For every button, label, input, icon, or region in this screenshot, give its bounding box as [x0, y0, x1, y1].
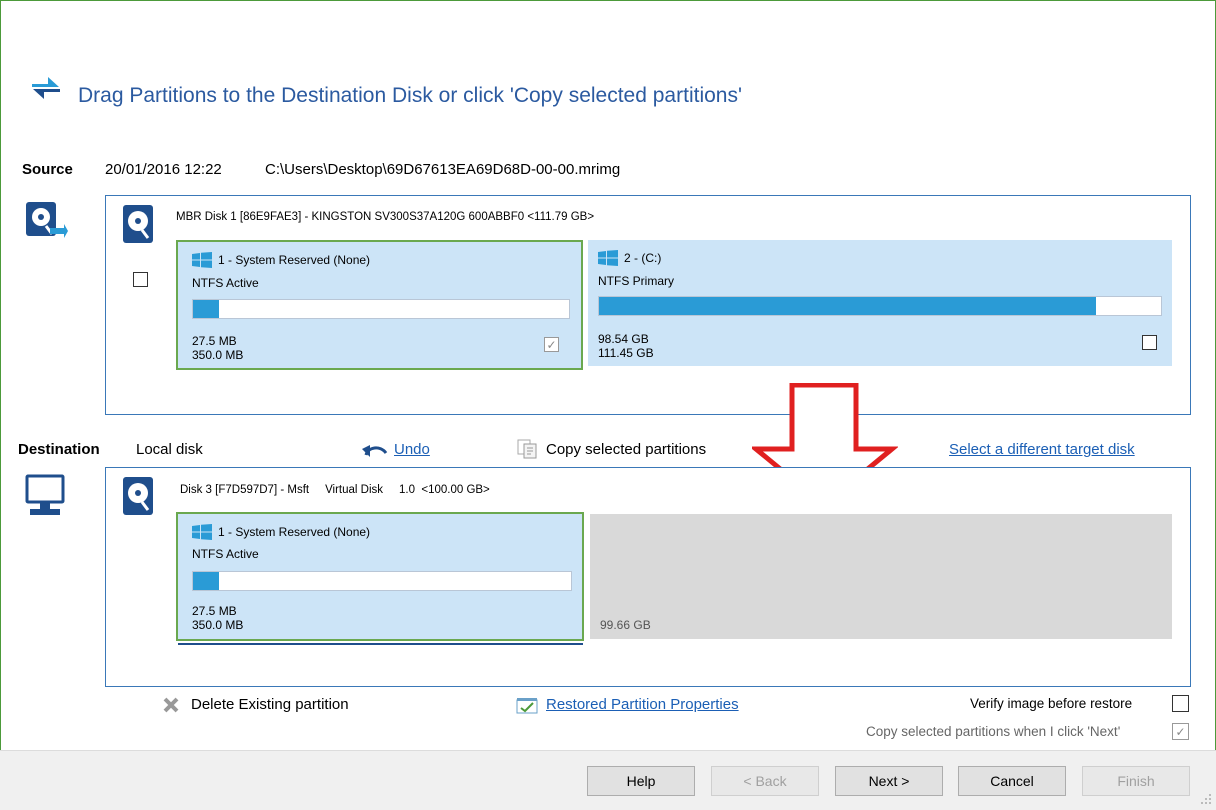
- copy-selected-partitions-button[interactable]: Copy selected partitions: [546, 441, 706, 458]
- source-disk-header: MBR Disk 1 [86E9FAE3] - KINGSTON SV300S3…: [176, 211, 595, 223]
- usage-fill: [193, 572, 220, 590]
- source-partition-1[interactable]: 1 - System Reserved (None) NTFS Active 2…: [176, 240, 583, 370]
- delete-x-icon: [163, 697, 179, 713]
- verify-image-checkbox[interactable]: [1172, 695, 1189, 712]
- next-button[interactable]: Next >: [835, 766, 943, 796]
- source-path: C:\Users\Desktop\69D67613EA69D68D-00-00.…: [265, 161, 621, 178]
- resize-grip-icon[interactable]: [1200, 793, 1212, 805]
- partition-name: 2 - (C:): [624, 251, 662, 265]
- partition-total: 350.0 MB: [192, 618, 244, 632]
- partition-total: 111.45 GB: [598, 346, 654, 360]
- destination-disk-header: Disk 3 [F7D597D7] - Msft Virtual Disk 1.…: [180, 484, 490, 496]
- copy-on-next-label: Copy selected partitions when I click 'N…: [866, 724, 1121, 739]
- partition-properties-icon: [516, 698, 538, 714]
- cancel-button[interactable]: Cancel: [958, 766, 1066, 796]
- partition-used: 27.5 MB: [192, 334, 237, 348]
- partition-type: NTFS Active: [192, 547, 259, 561]
- source-disk-checkbox[interactable]: [133, 272, 148, 287]
- partition-used: 27.5 MB: [192, 604, 237, 618]
- back-button[interactable]: < Back: [711, 766, 819, 796]
- windows-logo-icon: [192, 252, 212, 268]
- source-date: 20/01/2016 12:22: [105, 161, 222, 178]
- delete-existing-partition-button[interactable]: Delete Existing partition: [191, 696, 349, 713]
- partition-checkbox-checked[interactable]: ✓: [544, 337, 559, 352]
- sync-arrows-icon: [32, 77, 60, 99]
- partition-usage-bar: [192, 299, 570, 319]
- select-different-target-link[interactable]: Select a different target disk: [949, 441, 1135, 458]
- restored-partition-properties-link[interactable]: Restored Partition Properties: [546, 696, 739, 713]
- verify-image-label: Verify image before restore: [970, 696, 1133, 711]
- usage-fill: [599, 297, 1096, 315]
- usage-fill: [193, 300, 220, 318]
- image-file-disk-icon: [26, 202, 68, 238]
- destination-label: Destination: [18, 441, 100, 458]
- unallocated-space[interactable]: 99.66 GB: [590, 514, 1172, 639]
- source-partition-2[interactable]: 2 - (C:) NTFS Primary 98.54 GB 111.45 GB: [588, 240, 1172, 366]
- undo-icon[interactable]: [362, 443, 388, 459]
- partition-name: 1 - System Reserved (None): [218, 253, 371, 267]
- windows-logo-icon: [598, 250, 618, 266]
- partition-type: NTFS Active: [192, 276, 259, 290]
- hard-disk-icon: [123, 477, 153, 515]
- computer-monitor-icon: [25, 474, 65, 515]
- selection-underline: [178, 643, 583, 645]
- destination-type: Local disk: [136, 441, 203, 458]
- copy-icon: [517, 439, 537, 459]
- partition-usage-bar: [192, 571, 572, 591]
- windows-logo-icon: [192, 524, 212, 540]
- wizard-footer: Help < Back Next > Cancel Finish: [0, 750, 1216, 810]
- destination-partition-1[interactable]: 1 - System Reserved (None) NTFS Active 2…: [176, 512, 584, 641]
- partition-usage-bar: [598, 296, 1162, 316]
- copy-on-next-checkbox[interactable]: ✓: [1172, 723, 1189, 740]
- help-button[interactable]: Help: [587, 766, 695, 796]
- undo-link[interactable]: Undo: [394, 441, 430, 458]
- source-label: Source: [22, 161, 73, 178]
- source-disk-panel: MBR Disk 1 [86E9FAE3] - KINGSTON SV300S3…: [105, 195, 1191, 415]
- finish-button[interactable]: Finish: [1082, 766, 1190, 796]
- partition-checkbox[interactable]: [1142, 335, 1157, 350]
- partition-total: 350.0 MB: [192, 348, 244, 362]
- hard-disk-icon: [123, 205, 153, 243]
- partition-type: NTFS Primary: [598, 274, 674, 288]
- partition-used: 98.54 GB: [598, 332, 649, 346]
- partition-name: 1 - System Reserved (None): [218, 525, 371, 539]
- unallocated-size: 99.66 GB: [600, 618, 651, 632]
- page-title: Drag Partitions to the Destination Disk …: [78, 84, 742, 107]
- destination-disk-panel: Disk 3 [F7D597D7] - Msft Virtual Disk 1.…: [105, 467, 1191, 687]
